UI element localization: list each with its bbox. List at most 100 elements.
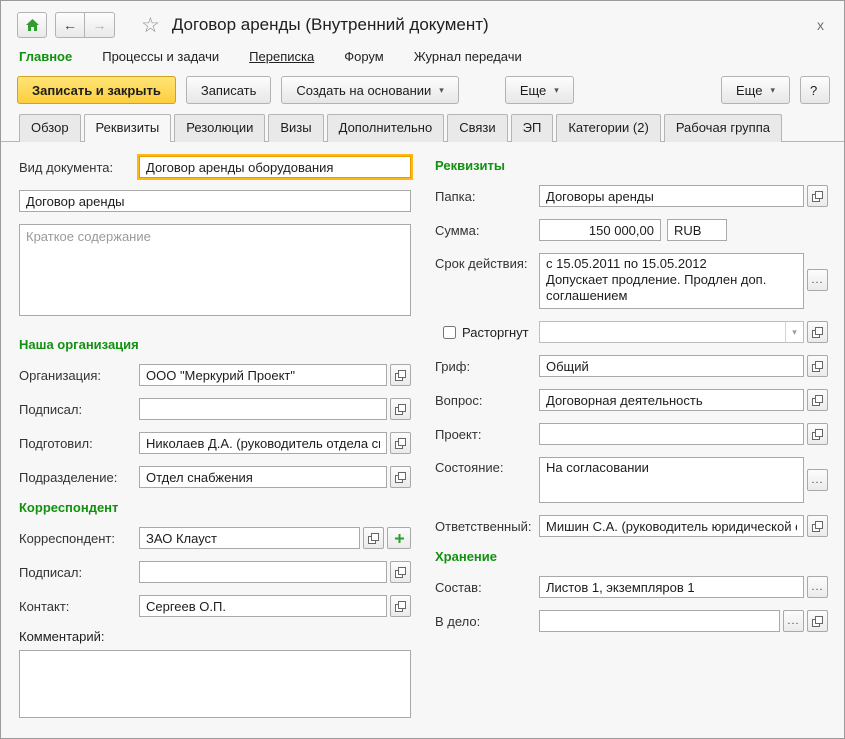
signed-by-picker-button[interactable] xyxy=(390,398,411,420)
chevron-down-icon[interactable]: ▾ xyxy=(785,322,803,342)
composition-ellipsis-button[interactable]: ... xyxy=(807,576,828,598)
to-file-picker-button[interactable] xyxy=(807,610,828,632)
composition-input[interactable] xyxy=(539,576,804,598)
signed-by-input[interactable] xyxy=(139,398,387,420)
amount-input[interactable] xyxy=(539,219,661,241)
close-icon[interactable]: x xyxy=(811,15,830,35)
validity-box[interactable]: с 15.05.2011 по 15.05.2012 Допускает про… xyxy=(539,253,804,309)
select-icon xyxy=(812,326,823,338)
state-ellipsis-button[interactable]: ... xyxy=(807,469,828,491)
validity-label: Срок действия: xyxy=(435,256,528,271)
document-name-input[interactable] xyxy=(19,190,411,212)
corr-signed-by-picker-button[interactable] xyxy=(390,561,411,583)
terminated-combo: ▾ xyxy=(539,321,804,343)
doc-type-input[interactable] xyxy=(137,154,413,180)
section-our-organization: Наша организация xyxy=(19,337,139,352)
tab-svyazi[interactable]: Связи xyxy=(447,114,508,142)
create-based-on-button[interactable]: Создать на основании ▾ xyxy=(281,76,459,104)
stamp-input[interactable] xyxy=(539,355,804,377)
correspondent-input[interactable] xyxy=(139,527,360,549)
contact-input[interactable] xyxy=(139,595,387,617)
terminated-checkbox[interactable] xyxy=(443,325,456,339)
save-close-button[interactable]: Записать и закрыть xyxy=(17,76,176,104)
responsible-input[interactable] xyxy=(539,515,804,537)
amount-label: Сумма: xyxy=(435,222,480,238)
stamp-picker-button[interactable] xyxy=(807,355,828,377)
validity-ellipsis-button[interactable]: ... xyxy=(807,269,828,291)
command-bar: Записать и закрыть Записать Создать на о… xyxy=(1,72,844,114)
terminated-input[interactable] xyxy=(540,322,785,342)
section-rekvizity: Реквизиты xyxy=(435,158,505,173)
tab-ep[interactable]: ЭП xyxy=(510,114,554,142)
responsible-picker-button[interactable] xyxy=(807,515,828,537)
to-file-ellipsis-button[interactable]: ... xyxy=(783,610,804,632)
save-button[interactable]: Записать xyxy=(185,76,272,104)
select-icon xyxy=(812,615,823,627)
composition-label: Состав: xyxy=(435,579,482,595)
help-button[interactable]: ? xyxy=(800,76,830,104)
select-icon xyxy=(368,532,379,544)
contact-picker-button[interactable] xyxy=(390,595,411,617)
window-more-button[interactable]: Еще ▾ xyxy=(721,76,790,104)
nav-glavnoe[interactable]: Главное xyxy=(19,49,72,64)
tab-dopolnitelno[interactable]: Дополнительно xyxy=(326,114,445,142)
form-more-label: Еще xyxy=(519,82,547,98)
terminated-picker-button[interactable] xyxy=(807,321,828,343)
tab-rezolyucii[interactable]: Резолюции xyxy=(174,114,266,142)
responsible-label: Ответственный: xyxy=(435,518,532,534)
left-column: Вид документа: Наша организация Организа… xyxy=(19,154,413,727)
tab-kategorii[interactable]: Категории (2) xyxy=(556,114,661,142)
corr-signed-by-label: Подписал: xyxy=(19,564,83,580)
tab-rabochaya-gruppa[interactable]: Рабочая группа xyxy=(663,114,782,142)
select-icon xyxy=(812,428,823,440)
chevron-down-icon: ▾ xyxy=(554,84,559,95)
department-picker-button[interactable] xyxy=(390,466,411,488)
comment-textarea[interactable] xyxy=(19,650,411,718)
nav-forum[interactable]: Форум xyxy=(344,49,384,64)
project-picker-button[interactable] xyxy=(807,423,828,445)
tab-vizy[interactable]: Визы xyxy=(268,114,324,142)
prepared-by-input[interactable] xyxy=(139,432,387,454)
select-icon xyxy=(812,520,823,532)
prepared-by-picker-button[interactable] xyxy=(390,432,411,454)
back-button[interactable]: ← xyxy=(55,12,85,38)
forward-arrow-icon: → xyxy=(92,17,107,33)
currency-input[interactable] xyxy=(667,219,727,241)
question-label: Вопрос: xyxy=(435,392,483,408)
nav-zhurnal-peredachi[interactable]: Журнал передачи xyxy=(414,49,522,64)
correspondent-label: Корреспондент: xyxy=(19,530,116,546)
correspondent-picker-button[interactable] xyxy=(363,527,384,549)
section-correspondent: Корреспондент xyxy=(19,500,119,515)
project-label: Проект: xyxy=(435,426,482,442)
state-label: Состояние: xyxy=(435,460,504,475)
nav-processy-i-zadachi[interactable]: Процессы и задачи xyxy=(102,49,219,64)
forward-button[interactable]: → xyxy=(85,12,115,38)
summary-textarea[interactable] xyxy=(19,224,411,316)
folder-input[interactable] xyxy=(539,185,804,207)
select-icon xyxy=(812,360,823,372)
right-column: Реквизиты Папка: Сумма: Срок действия: с… xyxy=(435,156,828,727)
folder-picker-button[interactable] xyxy=(807,185,828,207)
question-input[interactable] xyxy=(539,389,804,411)
select-icon xyxy=(395,600,406,612)
titlebar: ← → ☆ Договор аренды (Внутренний докумен… xyxy=(1,1,844,47)
favorite-star-icon[interactable]: ☆ xyxy=(141,15,160,36)
question-picker-button[interactable] xyxy=(807,389,828,411)
signed-by-label: Подписал: xyxy=(19,401,83,417)
project-input[interactable] xyxy=(539,423,804,445)
create-correspondent-button[interactable] xyxy=(387,527,411,549)
doc-type-label: Вид документа: xyxy=(19,159,114,175)
organization-input[interactable] xyxy=(139,364,387,386)
state-box[interactable]: На согласовании xyxy=(539,457,804,503)
tab-obzor[interactable]: Обзор xyxy=(19,114,81,142)
organization-picker-button[interactable] xyxy=(390,364,411,386)
tab-rekvizity[interactable]: Реквизиты xyxy=(83,114,172,142)
home-icon xyxy=(25,19,39,31)
form-more-button[interactable]: Еще ▾ xyxy=(504,76,574,104)
section-storage: Хранение xyxy=(435,549,497,564)
nav-perepiska[interactable]: Переписка xyxy=(249,49,314,64)
home-button[interactable] xyxy=(17,12,47,38)
to-file-input[interactable] xyxy=(539,610,780,632)
corr-signed-by-input[interactable] xyxy=(139,561,387,583)
department-input[interactable] xyxy=(139,466,387,488)
